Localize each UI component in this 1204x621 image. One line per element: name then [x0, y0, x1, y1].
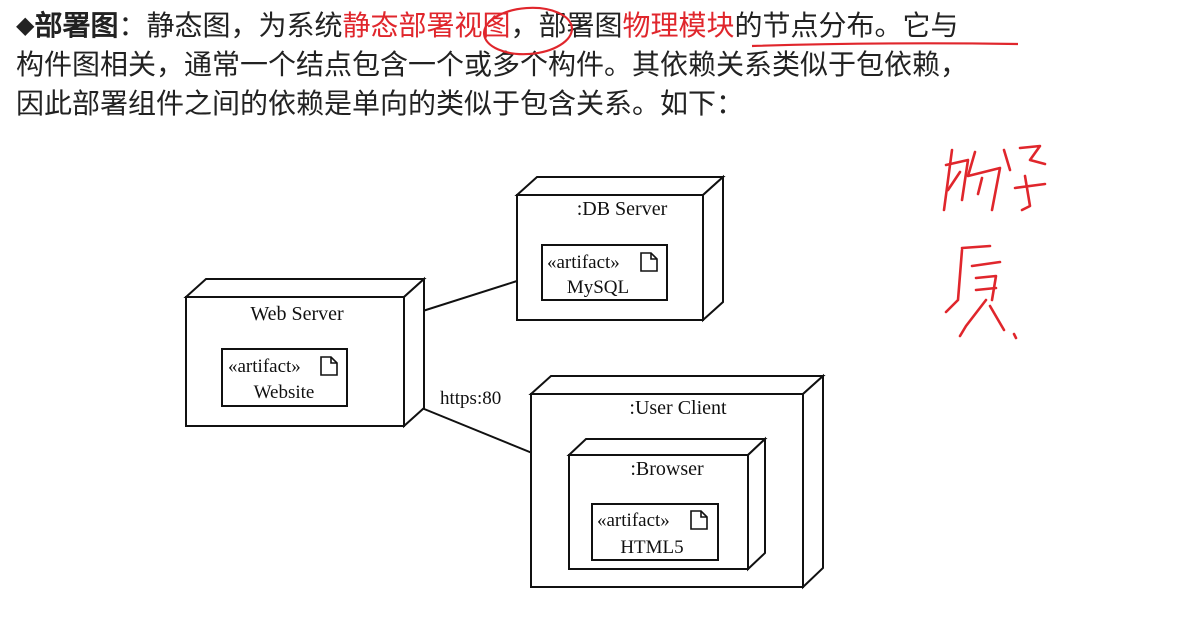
- artifact-website: «artifact» Website: [221, 348, 348, 407]
- node-user-client-name: :User Client: [629, 397, 727, 419]
- artifact-mysql-name: MySQL: [567, 277, 629, 298]
- artifact-website-name: Website: [254, 382, 315, 403]
- artifact-html5-name: HTML5: [620, 537, 683, 558]
- annotation-underline: [751, 42, 1019, 48]
- artifact-html5: «artifact» HTML5: [591, 503, 719, 561]
- node-db-server-name: :DB Server: [577, 198, 668, 220]
- handwritten-note-physical: [942, 144, 1047, 212]
- connection-label: https:80: [440, 388, 501, 409]
- node-browser-name: :Browser: [630, 458, 704, 480]
- artifact-mysql: «artifact» MySQL: [541, 244, 668, 301]
- deployment-diagram: https:80 Web Server «artifact» Website :…: [183, 6, 1047, 590]
- artifact-mysql-stereotype: «artifact»: [547, 252, 620, 273]
- artifact-website-stereotype: «artifact»: [228, 356, 301, 377]
- handwritten-note-hardware: [944, 244, 1018, 340]
- node-web-server-name: Web Server: [250, 303, 344, 325]
- annotation-circle: [482, 6, 574, 56]
- artifact-html5-stereotype: «artifact»: [597, 510, 670, 531]
